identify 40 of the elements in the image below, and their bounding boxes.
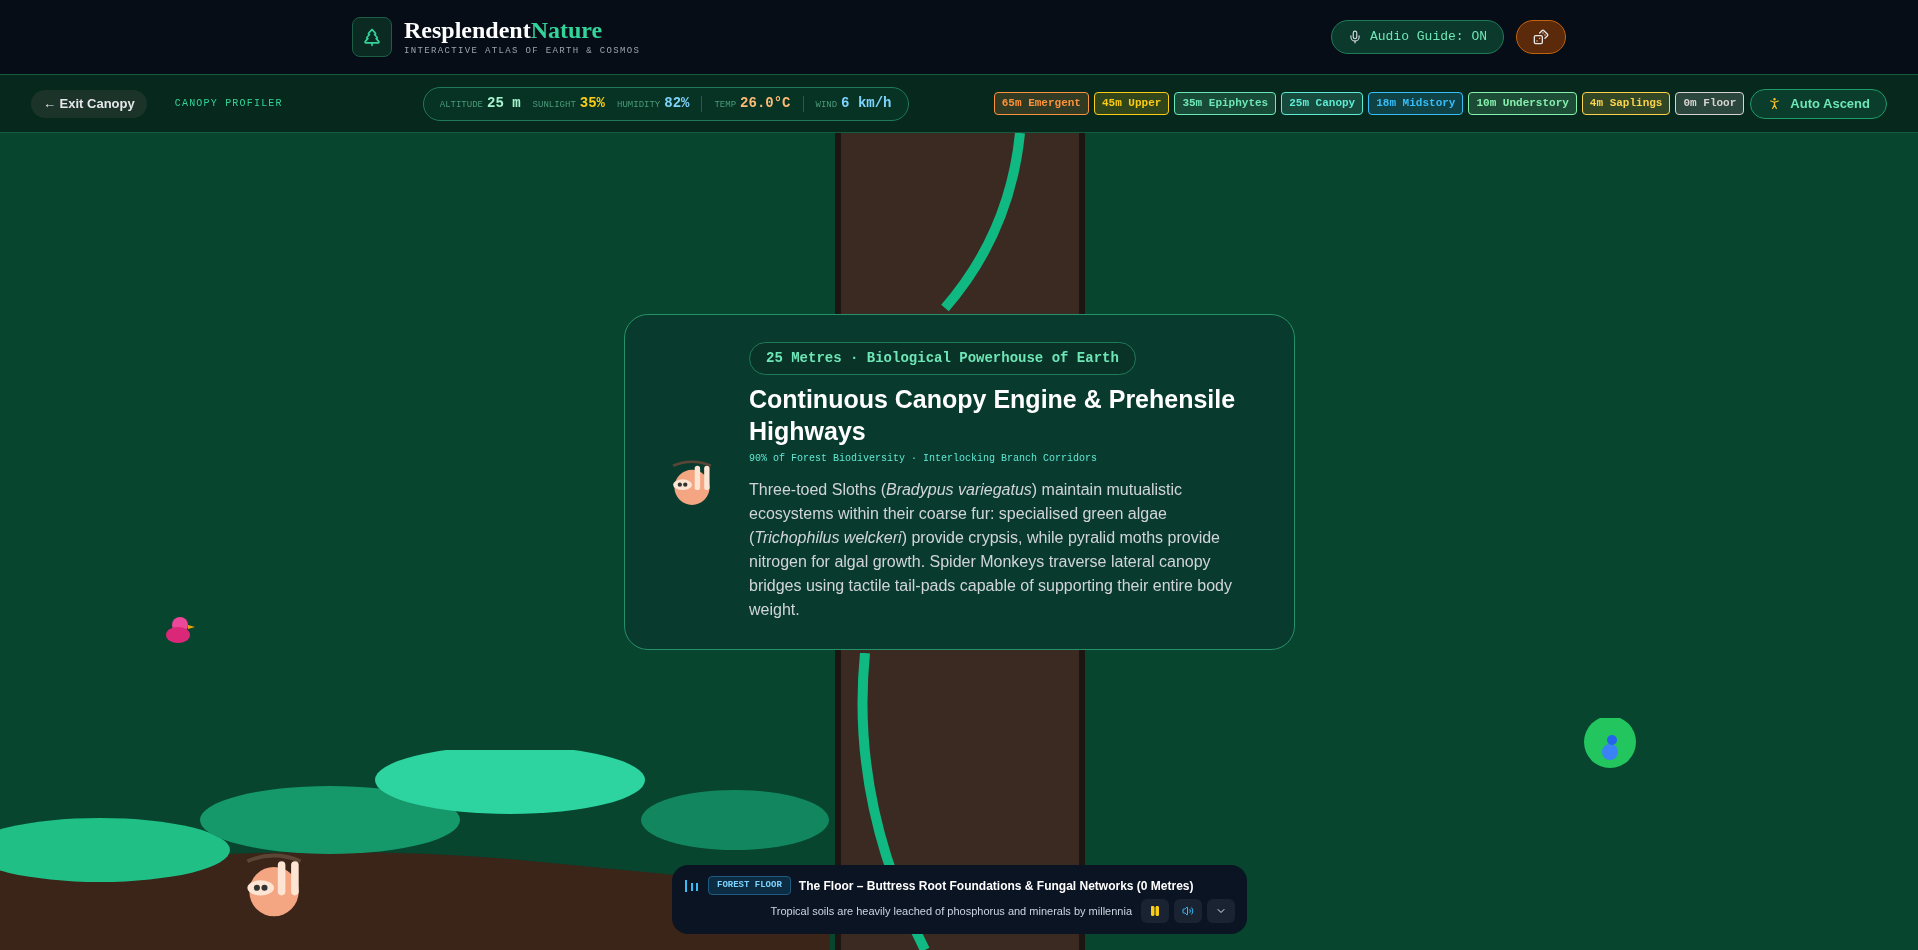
stat-label: TEMP [714,99,737,112]
stat-value: 26.0°C [740,94,791,113]
stat-value: 35% [579,94,606,113]
layer-tab[interactable]: 0m Floor [1675,92,1745,115]
pine-tree-icon [362,27,382,47]
card-body: Three-toed Sloths (Bradypus variegatus) maintain mutualistic ecosystems within their coarse fur: specialised green algae (Trichophilus welckeri) provide crypsis, while pyralid moths provide nitrogen for algal growth. Spider Monkeys traverse lateral canopy bridges using tactile tail-pads capable of supporting their entire body weight. [749,480,1233,620]
card-subtitle: 90% of Forest Biodiversity · Interlocking Branch Corridors [749,452,1098,466]
dice-icon [1533,29,1549,45]
dice-button[interactable] [1516,20,1566,54]
player-caption: Tropical soils are heavily leached of phosphorus and minerals by millennia [770,904,1132,919]
pause-button[interactable] [1141,899,1169,924]
stat-value: 6 km/h [841,94,892,113]
stat-value: 82% [664,94,690,113]
stat-label: SUNLIGHT [532,99,576,112]
auto-ascend-button[interactable]: Auto Ascend [1750,88,1887,119]
player-title: The Floor – Buttress Root Foundations & Fungal Networks (0 Metres) [798,877,1194,895]
brand-tagline: INTERACTIVE ATLAS OF EARTH & COSMOS [404,45,641,59]
layer-tab[interactable]: 65m Emergent [993,92,1089,115]
volume-button[interactable] [1174,899,1202,924]
layer-tab[interactable]: 35m Epiphytes [1174,92,1277,115]
layer-tab[interactable]: 4m Saplings [1581,92,1671,115]
microphone-icon [1347,30,1362,44]
stat-label: WIND [815,99,838,112]
audio-guide-button[interactable]: Audio Guide: ON [1330,20,1504,54]
layer-tab[interactable]: 10m Understory [1468,92,1577,115]
section-label: CANOPY PROFILER [174,97,283,111]
audio-bars-icon [684,877,700,894]
stat-label: HUMIDITY [617,99,661,112]
card-title: Continuous Canopy Engine & Prehensile Highways [749,384,1237,447]
layer-tab[interactable]: 45m Upper [1093,92,1170,115]
brand-name: ResplendentNature [404,16,604,46]
layer-tab[interactable]: 25m Canopy [1281,92,1364,115]
volume-icon [1182,905,1194,918]
stat-label: ALTITUDE [439,99,483,112]
card-badge: 25 Metres · Biological Powerhouse of Earth [749,342,1136,375]
layer-tab[interactable]: 18m Midstory [1368,92,1464,115]
pause-icon [1149,905,1161,918]
exit-canopy-button[interactable]: ← Exit Canopy [31,89,147,118]
player-tag: FOREST FLOOR [708,875,791,896]
stat-value: 25 m [487,94,521,113]
